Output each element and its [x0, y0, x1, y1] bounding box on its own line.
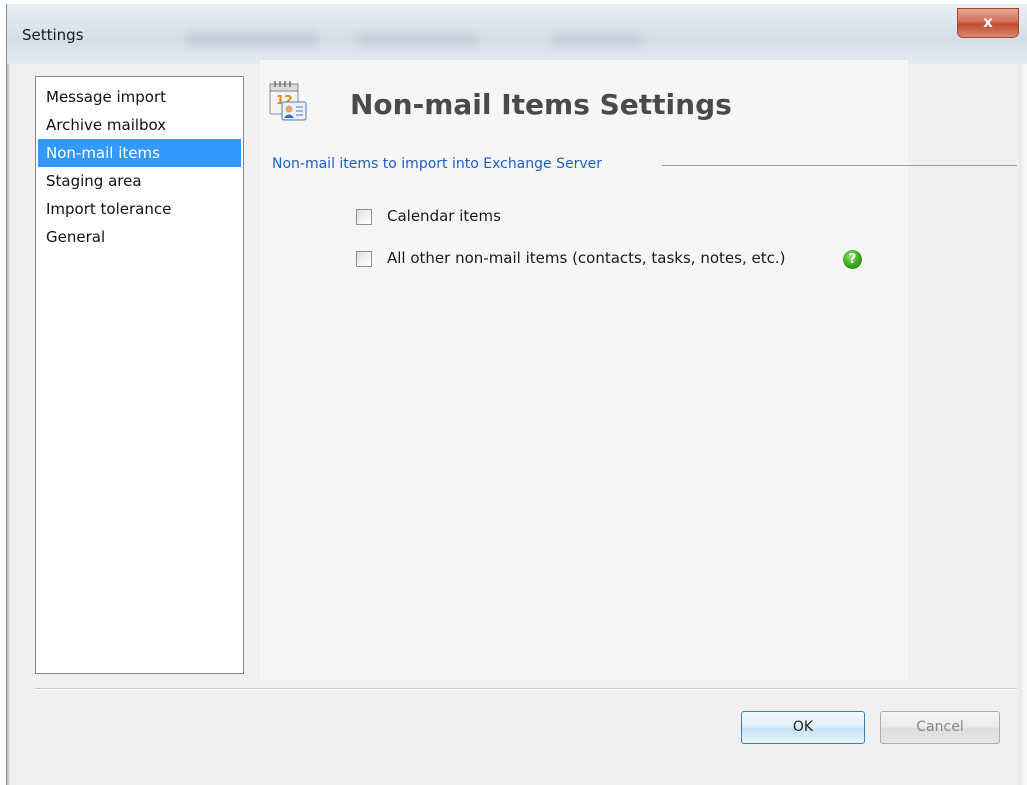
- page-title: Non-mail Items Settings: [350, 88, 732, 121]
- sidebar-item-label: General: [46, 228, 106, 246]
- cancel-button[interactable]: Cancel: [880, 711, 1000, 744]
- title-bar[interactable]: Settings x: [7, 4, 1027, 64]
- title-bar-background-blur: [552, 32, 642, 46]
- footer-separator: [35, 688, 1017, 690]
- sidebar-item-staging-area[interactable]: Staging area: [38, 167, 241, 195]
- sidebar-item-label: Import tolerance: [46, 200, 172, 218]
- sidebar-item-label: Message import: [46, 88, 167, 106]
- sidebar-item-general[interactable]: General: [38, 223, 241, 251]
- other-items-checkbox[interactable]: [356, 251, 372, 267]
- other-items-label[interactable]: All other non-mail items (contacts, task…: [387, 249, 785, 267]
- sidebar-item-label: Staging area: [46, 172, 142, 190]
- title-bar-background-blur: [187, 32, 317, 46]
- calendar-contact-icon: 12: [269, 81, 307, 121]
- group-label: Non-mail items to import into Exchange S…: [272, 156, 602, 172]
- sidebar-item-label: Archive mailbox: [46, 116, 167, 134]
- group-divider: [662, 165, 1017, 166]
- calendar-items-checkbox[interactable]: [356, 209, 372, 225]
- window-left-edge: [7, 64, 10, 785]
- help-icon[interactable]: ?: [843, 250, 862, 269]
- window-title: Settings: [22, 26, 84, 44]
- sidebar-item-label: Non-mail items: [46, 144, 160, 162]
- sidebar-item-archive-mailbox[interactable]: Archive mailbox: [38, 111, 241, 139]
- close-button[interactable]: x: [957, 8, 1019, 38]
- calendar-items-label[interactable]: Calendar items: [387, 207, 501, 225]
- settings-content-panel: [260, 60, 908, 680]
- sidebar-item-message-import[interactable]: Message import: [38, 83, 241, 111]
- close-icon: x: [983, 13, 993, 31]
- sidebar-item-import-tolerance[interactable]: Import tolerance: [38, 195, 241, 223]
- window-right-edge: [1019, 64, 1027, 785]
- title-bar-background-blur: [357, 32, 477, 46]
- settings-category-list[interactable]: Message import Archive mailbox Non-mail …: [35, 76, 244, 674]
- ok-button[interactable]: OK: [741, 711, 865, 744]
- sidebar-item-non-mail-items[interactable]: Non-mail items: [38, 139, 241, 167]
